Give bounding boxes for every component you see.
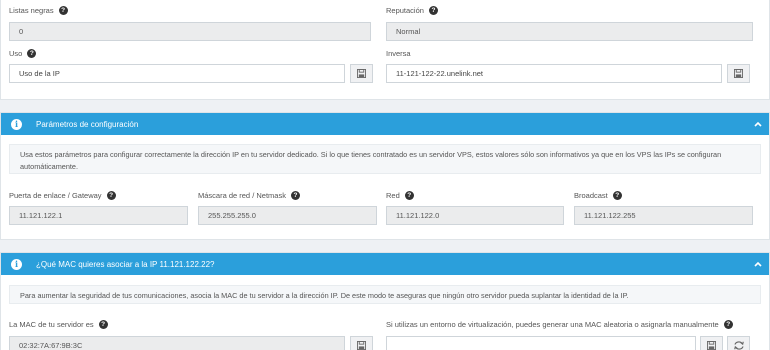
config-panel: i Parámetros de configuración Usa estos … [0, 112, 770, 240]
usage-label: Uso ? [9, 49, 37, 58]
server-mac-label: La MAC de tu servidor es ? [9, 320, 108, 329]
reverse-label: Inversa [386, 49, 411, 58]
config-notice: Usa estos parámetros para configurar cor… [9, 144, 761, 174]
random-mac-button[interactable] [727, 336, 750, 350]
server-mac-help-icon[interactable]: ? [98, 320, 108, 329]
network-help-icon[interactable]: ? [404, 191, 414, 200]
broadcast-label: Broadcast ? [574, 191, 622, 200]
netmask-help-icon[interactable]: ? [290, 191, 300, 200]
floppy-disk-icon [357, 341, 366, 350]
reputation-label-text: Reputación [386, 6, 424, 15]
network-label: Red ? [386, 191, 414, 200]
gateway-label-text: Puerta de enlace / Gateway [9, 191, 102, 200]
blacklists-label-text: Listas negras [9, 6, 54, 15]
server-mac-field[interactable]: 02:32:7A:67:9B:3C [9, 336, 345, 350]
info-icon: i [11, 258, 22, 270]
info-icon: i [11, 118, 22, 130]
usage-help-icon[interactable]: ? [27, 49, 37, 58]
reverse-label-text: Inversa [386, 49, 411, 58]
netmask-field: 255.255.255.0 [198, 206, 377, 225]
refresh-icon [733, 341, 744, 350]
floppy-disk-icon [734, 69, 743, 78]
usage-label-text: Uso [9, 49, 23, 58]
blacklists-help-icon[interactable]: ? [58, 6, 68, 15]
reputation-help-icon[interactable]: ? [428, 6, 438, 15]
virtual-mac-label-text: Si utilizas un entorno de virtualización… [386, 320, 719, 329]
server-mac-save-button[interactable] [350, 336, 373, 350]
gateway-help-icon[interactable]: ? [106, 191, 116, 200]
ip-info-panel: Listas negras ? 0 Reputación ? Normal Us… [0, 0, 770, 100]
config-panel-title: Parámetros de configuración [36, 119, 139, 129]
config-panel-header[interactable]: i Parámetros de configuración [1, 113, 769, 135]
network-field: 11.121.122.0 [386, 206, 564, 225]
mac-panel-title: ¿Qué MAC quieres asociar a la IP 11.121.… [36, 259, 215, 269]
network-label-text: Red [386, 191, 400, 200]
floppy-disk-icon [357, 69, 366, 78]
mac-panel: i ¿Qué MAC quieres asociar a la IP 11.12… [0, 252, 770, 350]
blacklists-label: Listas negras ? [9, 6, 68, 15]
broadcast-help-icon[interactable]: ? [612, 191, 622, 200]
usage-save-button[interactable] [350, 64, 373, 83]
mac-notice: Para aumentar la seguridad de tus comuni… [9, 285, 761, 304]
reverse-save-button[interactable] [727, 64, 750, 83]
floppy-disk-icon [707, 341, 716, 350]
gateway-label: Puerta de enlace / Gateway ? [9, 191, 116, 200]
netmask-label-text: Máscara de red / Netmask [198, 191, 286, 200]
chevron-up-icon[interactable] [751, 257, 765, 271]
chevron-up-icon[interactable] [751, 117, 765, 131]
virtual-mac-save-button[interactable] [700, 336, 723, 350]
reverse-input[interactable]: 11-121-122-22.unelink.net [386, 64, 722, 83]
server-mac-label-text: La MAC de tu servidor es [9, 320, 94, 329]
netmask-label: Máscara de red / Netmask ? [198, 191, 300, 200]
blacklists-field: 0 [9, 22, 371, 41]
mac-panel-header[interactable]: i ¿Qué MAC quieres asociar a la IP 11.12… [1, 253, 769, 275]
virtual-mac-help-icon[interactable]: ? [723, 320, 733, 329]
usage-input[interactable]: Uso de la IP [9, 64, 345, 83]
reputation-field: Normal [386, 22, 753, 41]
reputation-label: Reputación ? [386, 6, 438, 15]
virtual-mac-label: Si utilizas un entorno de virtualización… [386, 320, 733, 329]
gateway-field: 11.121.122.1 [9, 206, 188, 225]
broadcast-label-text: Broadcast [574, 191, 608, 200]
broadcast-field: 11.121.122.255 [574, 206, 753, 225]
virtual-mac-input[interactable] [386, 336, 696, 350]
